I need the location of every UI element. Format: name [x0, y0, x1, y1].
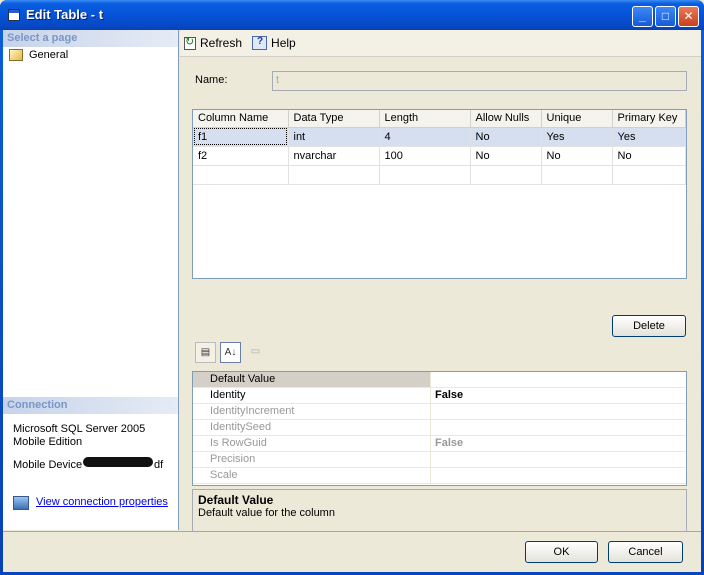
grid-cell[interactable]: No [470, 146, 542, 166]
description-title: Default Value [198, 493, 274, 507]
mobile-device-label: Mobile Device [13, 459, 83, 471]
property-row: IdentityIncrement [193, 404, 686, 420]
close-button[interactable]: ✕ [678, 6, 699, 27]
column-header-allownulls[interactable]: Allow Nulls [470, 110, 542, 128]
grid-cell[interactable]: 100 [379, 146, 471, 166]
property-row[interactable]: Identity False [193, 388, 686, 404]
property-name: Precision [193, 452, 431, 467]
page-item-label: General [29, 49, 69, 61]
property-grid[interactable]: Default Value Identity False IdentityInc… [192, 371, 687, 486]
grid-cell[interactable]: nvarchar [288, 146, 380, 166]
property-name: IdentitySeed [193, 420, 431, 435]
property-name: Identity [193, 388, 431, 403]
description-text: Default value for the column [198, 507, 335, 519]
property-grid-toolbar: ▤ A↓ ▭ [195, 342, 266, 363]
property-name: Default Value [193, 372, 431, 387]
help-button[interactable]: Help [252, 36, 296, 50]
redacted-device-name [83, 457, 153, 467]
property-value [431, 452, 686, 467]
ok-label: OK [553, 546, 570, 558]
grid-cell[interactable] [288, 165, 380, 185]
property-name: IdentityIncrement [193, 404, 431, 419]
property-value [431, 468, 686, 483]
refresh-icon [184, 35, 196, 50]
grid-cell[interactable] [379, 165, 471, 185]
window-title: Edit Table - t [26, 7, 104, 22]
refresh-button[interactable]: Refresh [184, 35, 243, 50]
mobile-device-suffix: df [154, 459, 164, 471]
grid-cell[interactable] [612, 165, 686, 185]
name-field[interactable]: t [272, 71, 687, 91]
column-header-unique[interactable]: Unique [541, 110, 613, 128]
ok-button[interactable]: OK [525, 541, 598, 563]
alphabetical-sort-icon[interactable]: A↓ [220, 342, 241, 363]
select-page-header: Select a page [3, 30, 178, 47]
connection-server-line1: Microsoft SQL Server 2005 [13, 423, 146, 435]
grid-cell[interactable]: int [288, 127, 380, 147]
maximize-button[interactable]: □ [655, 6, 676, 27]
dialog-body: Select a page General Connection Microso… [3, 30, 701, 572]
grid-cell[interactable] [541, 165, 613, 185]
help-label: Help [271, 36, 296, 50]
left-pane: Select a page General Connection Microso… [3, 30, 179, 530]
page-icon [9, 49, 23, 61]
column-header-primarykey[interactable]: Primary Key [612, 110, 686, 128]
property-name: Is RowGuid [193, 436, 431, 451]
delete-button[interactable]: Delete [612, 315, 686, 337]
property-name: Scale [193, 468, 431, 483]
grid-cell[interactable]: Yes [612, 127, 686, 147]
property-row: Precision [193, 452, 686, 468]
table-row[interactable]: f2 nvarchar 100 No No No [193, 146, 686, 166]
property-value [431, 420, 686, 435]
connection-header: Connection [3, 397, 178, 414]
property-row: Is RowGuid False [193, 436, 686, 452]
grid-cell[interactable]: 4 [379, 127, 471, 147]
dialog-footer: OK Cancel [3, 531, 701, 572]
property-value: False [435, 437, 464, 449]
column-header-datatype[interactable]: Data Type [288, 110, 380, 128]
categorized-icon[interactable]: ▤ [195, 342, 216, 363]
grid-cell[interactable]: No [470, 127, 542, 147]
cancel-label: Cancel [628, 546, 663, 558]
grid-cell[interactable] [193, 165, 289, 185]
grid-cell[interactable]: No [541, 146, 613, 166]
table-row[interactable]: f1 int 4 No Yes Yes [193, 127, 686, 147]
dialog-window: Edit Table - t _ □ ✕ Select a page Gener… [0, 0, 704, 575]
column-header-length[interactable]: Length [379, 110, 471, 128]
property-row: Scale [193, 468, 686, 484]
help-icon [252, 36, 268, 50]
property-value [431, 404, 686, 419]
property-value[interactable]: False [431, 388, 686, 403]
grid-cell[interactable] [470, 165, 542, 185]
connection-server-line2: Mobile Edition [13, 436, 83, 448]
view-connection-properties-link[interactable]: View connection properties [36, 496, 168, 508]
refresh-label: Refresh [200, 36, 243, 50]
property-value[interactable] [431, 372, 686, 387]
columns-grid[interactable]: Column Name Data Type Length Allow Nulls… [192, 109, 687, 279]
table-row-empty[interactable] [193, 165, 686, 185]
title-bar[interactable]: Edit Table - t _ □ ✕ [0, 0, 704, 30]
property-row: IdentitySeed [193, 420, 686, 436]
name-label: Name: [195, 74, 228, 86]
window-icon [8, 9, 20, 21]
column-header-name[interactable]: Column Name [193, 110, 289, 128]
minimize-button[interactable]: _ [632, 6, 653, 27]
main-pane: Name: t Column Name Data Type Length All… [180, 58, 701, 547]
grid-cell[interactable]: Yes [541, 127, 613, 147]
delete-label: Delete [633, 320, 665, 332]
grid-cell[interactable]: No [612, 146, 686, 166]
cancel-button[interactable]: Cancel [608, 541, 683, 563]
property-pages-icon[interactable]: ▭ [245, 342, 266, 363]
connection-properties-icon [13, 496, 29, 510]
grid-cell[interactable]: f2 [193, 146, 289, 166]
toolbar: Refresh Help [180, 30, 701, 57]
page-item-general[interactable]: General [3, 47, 178, 63]
property-row[interactable]: Default Value [193, 372, 686, 388]
grid-cell[interactable]: f1 [193, 127, 289, 147]
